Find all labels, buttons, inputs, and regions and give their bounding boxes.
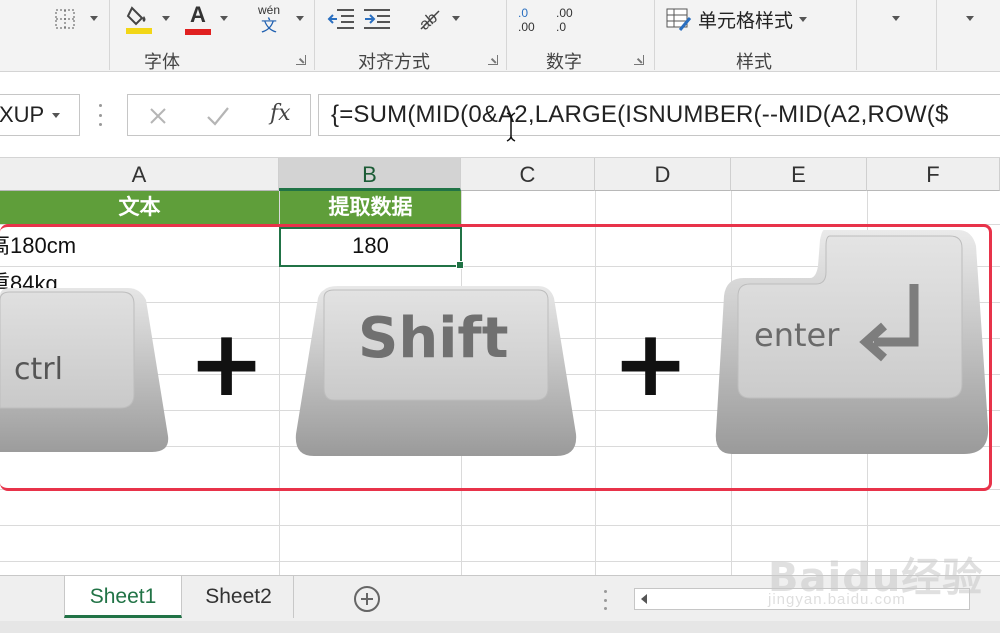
cell-styles-button[interactable]: 单元格样式 [666,4,826,34]
orientation-dropdown-icon[interactable] [452,16,460,21]
plus-sign-2: + [612,310,690,417]
enter-key-label: enter [754,316,840,354]
text-cursor-icon [506,112,516,142]
plus-sign-1: + [188,310,266,417]
number-group-label: 数字 [546,52,582,73]
font-group-label: 字体 [144,52,180,73]
formula-buttons: fx [127,94,311,136]
name-box[interactable]: XUP [0,94,80,136]
cell-styles-dropdown-icon [799,16,808,22]
column-header-f[interactable]: F [867,158,1000,191]
separator [654,0,655,70]
separator [856,0,857,70]
phonetic-guide-icon[interactable]: wén 文 [252,2,286,36]
decrease-decimal-top: .00 [556,5,573,20]
number-dialog-launcher-icon[interactable] [634,55,644,65]
font-dialog-launcher-icon[interactable] [296,55,306,65]
increase-decimal-top: .0 [518,5,529,20]
phonetic-top-text: wén [257,2,280,17]
shift-key-label: Shift [358,306,509,371]
ctrl-key-label: ctrl [14,352,63,387]
font-color-swatch [185,29,211,35]
separator [314,0,315,70]
formula-bar-grip-icon[interactable] [99,104,103,126]
formula-bar: XUP fx {=SUM(MID(0&A2,LARGE(ISNUMBER(--M… [0,72,1000,158]
text-orientation-icon[interactable]: ab [414,4,446,34]
borders-icon[interactable] [52,6,78,32]
increase-indent-icon[interactable] [362,5,392,33]
cell-styles-label: 单元格样式 [698,9,794,32]
add-sheet-icon[interactable] [354,586,380,612]
column-header-c[interactable]: C [461,158,595,191]
alignment-dialog-launcher-icon[interactable] [488,55,498,65]
scroll-left-icon[interactable] [641,594,647,604]
editing-dropdown-icon[interactable] [966,16,974,21]
increase-decimal-bottom: .00 [518,19,535,34]
column-header-e[interactable]: E [731,158,867,191]
decrease-indent-icon[interactable] [326,5,356,33]
cell-a1-header[interactable]: 文本 [0,191,279,224]
cells-dropdown-icon[interactable] [892,16,900,21]
watermark-sub-text: jingyan.baidu.com [768,591,906,608]
ribbon: A wén 文 字体 ab 对齐方式 .0 .00 .00 .0 数字 单元格样… [0,0,1000,73]
fill-color-dropdown-icon[interactable] [162,16,170,21]
cell-b1-header[interactable]: 提取数据 [280,191,461,224]
sheet-tab-sheet1[interactable]: Sheet1 [64,576,182,618]
separator [109,0,110,70]
fill-color-icon[interactable] [124,2,154,36]
decrease-decimal-icon[interactable]: .00 .0 [556,4,586,36]
tab-splitter-icon[interactable] [604,590,608,610]
phonetic-bottom-text: 文 [260,15,277,35]
name-box-dropdown-icon[interactable] [52,113,60,118]
enter-check-icon[interactable] [206,105,230,127]
alignment-group-label: 对齐方式 [358,52,430,73]
styles-group-label: 样式 [736,52,772,73]
font-color-icon[interactable]: A [184,2,212,36]
cancel-icon[interactable] [148,106,168,126]
baidu-watermark: Baidu经验 jingyan.baidu.com [768,525,1000,615]
column-header-a[interactable]: A [0,158,279,191]
formula-input[interactable]: {=SUM(MID(0&A2,LARGE(ISNUMBER(--MID(A2,R… [318,94,1000,136]
borders-dropdown-icon[interactable] [90,16,98,21]
font-color-dropdown-icon[interactable] [220,16,228,21]
column-header-d[interactable]: D [595,158,731,191]
separator [506,0,507,70]
status-bar [0,621,1000,633]
insert-function-icon[interactable]: fx [270,101,291,126]
increase-decimal-icon[interactable]: .0 .00 [518,4,548,36]
decrease-decimal-bottom: .0 [556,19,567,34]
separator [936,0,937,70]
font-color-glyph: A [190,2,206,27]
sheet-tab-sheet2[interactable]: Sheet2 [184,576,294,618]
phonetic-dropdown-icon[interactable] [296,16,304,21]
column-header-b[interactable]: B [279,158,461,191]
cell-styles-icon [666,8,692,31]
